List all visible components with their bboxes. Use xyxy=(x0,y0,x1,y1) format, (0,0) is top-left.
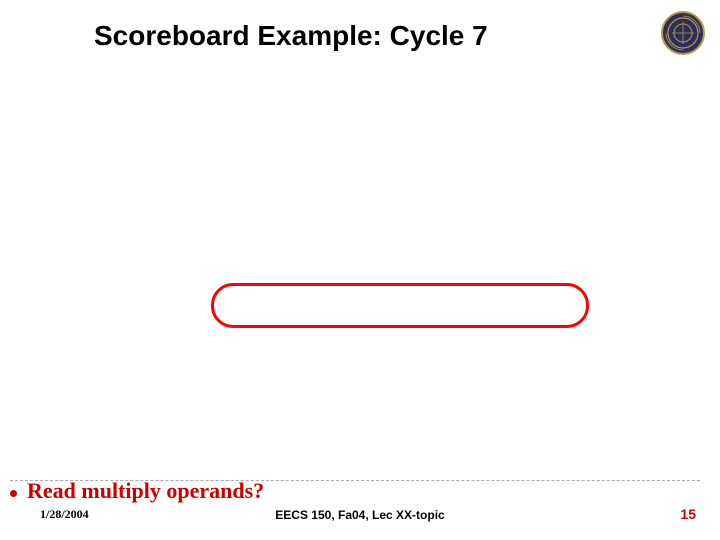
institution-seal-icon xyxy=(660,10,706,56)
slide: Scoreboard Example: Cycle 7 Read multipl… xyxy=(0,0,720,540)
footer-page-number: 15 xyxy=(680,506,696,522)
highlight-box xyxy=(211,283,589,328)
bullet-dot-icon xyxy=(10,490,17,497)
footer-date: 1/28/2004 xyxy=(40,507,89,522)
slide-title: Scoreboard Example: Cycle 7 xyxy=(94,20,488,52)
footer: 1/28/2004 EECS 150, Fa04, Lec XX-topic 1… xyxy=(0,498,720,522)
footer-course-label: EECS 150, Fa04, Lec XX-topic xyxy=(275,508,444,522)
